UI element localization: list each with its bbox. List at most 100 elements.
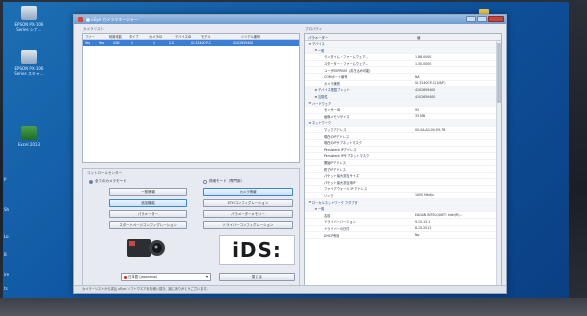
desktop-icon-epson-printer[interactable]: EPSON PX-106 Series シナ...	[9, 6, 49, 32]
column-header[interactable]: 値	[415, 35, 495, 40]
japan-flag-icon	[124, 276, 127, 279]
parameter-button[interactable]: パラメーター	[109, 210, 187, 218]
column-header[interactable]: シリアル番号	[239, 34, 289, 39]
property-row[interactable]: 終了IPアドレス	[305, 166, 501, 173]
property-row[interactable]: パケット最大割当サイズ	[305, 173, 501, 180]
camera-cell: USB	[113, 41, 120, 45]
property-row[interactable]: Persistent IPアドレス	[305, 147, 501, 154]
scanner-icon	[21, 50, 37, 64]
property-name: ユーザEEPROM（書き込み可能）	[324, 68, 373, 73]
column-header[interactable]: パラメーター	[305, 35, 415, 40]
desktop-icon-partial[interactable]: Lo	[4, 234, 16, 239]
general-info-button[interactable]: 一般情報	[109, 188, 187, 196]
camera-info-button[interactable]: カメラ情報	[203, 188, 293, 196]
property-row[interactable]: 名前 EAGAN INTELQUIET: Intel(R)...	[305, 212, 501, 220]
desktop-icon-partial[interactable]: ts	[4, 286, 16, 291]
close-button[interactable]: 閉じる	[219, 273, 295, 281]
property-row[interactable]: マックアドレス 00-0A-A0-00-E9-7B	[305, 127, 501, 134]
column-header[interactable]: タイプ	[127, 34, 147, 39]
property-category-row[interactable]: ⊟ デバイス	[305, 41, 501, 48]
camera-list-row[interactable]: Yes Yes USB 1 1 2.0 UI-3240CP-C 41026594…	[83, 40, 299, 46]
property-row[interactable]: ファイアウォール IP アドレス	[305, 186, 501, 193]
expert-mode-radio[interactable]: 詳細モード（専門用）	[203, 179, 244, 184]
property-row[interactable]: センサーID 93	[305, 107, 501, 114]
driver-config-button[interactable]: ドライバーコンフィグレーション	[203, 221, 293, 229]
property-name: 終了IPアドレス	[324, 167, 346, 172]
property-row[interactable]: 画像メモリサイズ 33 MB	[305, 114, 501, 121]
property-category-row[interactable]: ⊟ ネットワーク	[305, 120, 501, 127]
property-category-row[interactable]: ⊟ ハードウェア	[305, 100, 501, 107]
property-value: NA	[415, 74, 420, 79]
property-name: ドライバーバージョン	[324, 220, 356, 225]
property-category-row[interactable]: ⊟ ローカルネットワーク アダプタ	[305, 199, 501, 206]
maximize-button[interactable]	[477, 16, 487, 22]
desktop-icon-partial[interactable]: Sh	[4, 207, 16, 212]
property-row[interactable]: ランタイム・ファームウェア... 1.88.0000	[305, 54, 501, 61]
camera-manager-window: ■ uEye カメラマネージャー カメラリスト フリー 利用可能 タイプ カメラ…	[73, 14, 507, 294]
radio-label: 詳細モード（専門用）	[209, 179, 244, 183]
property-value: UI-3240CP-C(1/6/F)	[415, 81, 446, 86]
scrollbar-thumb[interactable]	[497, 43, 501, 103]
property-row[interactable]: DHCP有効 No	[305, 232, 501, 239]
property-row[interactable]: リンク 1000 Mbit/s	[305, 193, 501, 200]
property-category-row[interactable]: ⊟ 一般	[305, 47, 501, 55]
property-category-row[interactable]: ⊞ 互換性 4102659400	[305, 93, 501, 101]
column-header[interactable]: モデル	[199, 34, 239, 39]
property-row[interactable]: COMポート番号 NA	[305, 74, 501, 81]
column-header[interactable]: デバイスID	[173, 34, 199, 39]
close-window-button[interactable]	[488, 16, 504, 22]
property-row[interactable]: ユーザEEPROM（書き込み可能）	[305, 67, 501, 74]
properties-label: プロパティ	[305, 27, 323, 31]
parameter-memory-button[interactable]: パラメーターメモリー	[203, 210, 293, 218]
property-row[interactable]: スターター・ファームウェア... 1.30.0000	[305, 61, 501, 68]
properties-grid: パラメーター 値 ⊟ デバイス ⊟ 一般 ランタイム・ファームウェア... 1.88.00…	[304, 33, 502, 289]
property-name: 開始IPアドレス	[324, 160, 346, 165]
additional-functions-button[interactable]: 追加機能	[109, 199, 187, 207]
property-name: カメラ識別	[324, 81, 340, 86]
desktop-icon-label: Excel 2013	[17, 142, 41, 147]
column-header[interactable]: フリー	[83, 34, 107, 39]
desktop: EPSON PX-106 Series シナ... EPSON PX-106 S…	[3, 2, 569, 298]
language-select[interactable]: 日本語 (Japanese) ▾	[121, 273, 211, 281]
radio-dot	[89, 179, 93, 184]
property-name: ハードウェア	[312, 101, 332, 106]
desktop-icon-partial[interactable]: ire	[4, 272, 16, 277]
property-name: 互換性	[318, 95, 328, 100]
desktop-icon-partial[interactable]: B	[4, 252, 16, 257]
desktop-icon-partial[interactable]: P	[4, 177, 16, 182]
property-value: 4102659400	[415, 87, 436, 92]
camera-cell: 1	[131, 41, 134, 45]
property-category-row[interactable]: ⊟ 一般	[305, 205, 501, 213]
standard-mode-radio[interactable]: 全てのカメラモード	[89, 179, 127, 184]
property-category-row[interactable]: ⊞ デバイス搭載ブレット 4102659400	[305, 87, 501, 94]
window-titlebar[interactable]: ■ uEye カメラマネージャー	[74, 15, 506, 24]
property-name: 一般	[318, 207, 325, 212]
properties-header: パラメーター 値	[305, 34, 501, 41]
property-row[interactable]: ドライバーの日付 8.15.2013	[305, 226, 501, 233]
property-row[interactable]: カメラ識別 UI-3240CP-C(1/6/F)	[305, 81, 501, 88]
property-name: Persistent IPサブネットマスク	[324, 154, 370, 159]
monitor-frame-bottom	[0, 298, 587, 316]
desktop-icon-epson-scanner[interactable]: EPSON PX-106 Series スキャ...	[9, 50, 49, 76]
column-header[interactable]: カメラID	[147, 34, 173, 39]
property-name: スターター・ファームウェア...	[324, 62, 369, 67]
property-row[interactable]: ドライバーバージョン 9.15.13.1	[305, 219, 501, 226]
minimize-button[interactable]	[466, 16, 476, 22]
column-header[interactable]: 利用可能	[107, 34, 127, 39]
properties-scrollbar[interactable]	[496, 41, 501, 288]
radio-dot	[203, 179, 207, 184]
property-row[interactable]: 現在のIPアドレス	[305, 133, 501, 140]
eth-config-button[interactable]: ETHコンフィグレーション	[203, 199, 293, 207]
property-row[interactable]: 現在のIPサブネットマスク	[305, 140, 501, 147]
desktop-icon-excel[interactable]: Excel 2013	[9, 126, 49, 147]
property-row[interactable]: パケット最大割当用IP	[305, 179, 501, 187]
camera-cell: 2.0	[169, 41, 175, 45]
property-value: 8.15.2013	[415, 226, 432, 231]
property-name: 画像メモリサイズ	[324, 114, 350, 119]
start-config-button[interactable]: スタートページコンフィグレーション	[109, 221, 187, 229]
property-row[interactable]: Persistent IPサブネットマスク	[305, 153, 501, 160]
property-name: パケット最大割当用IP	[324, 180, 356, 185]
property-row[interactable]: 開始IPアドレス	[305, 160, 501, 167]
window-controls	[466, 16, 504, 22]
property-value: 00-0A-A0-00-E9-7B	[415, 127, 446, 132]
